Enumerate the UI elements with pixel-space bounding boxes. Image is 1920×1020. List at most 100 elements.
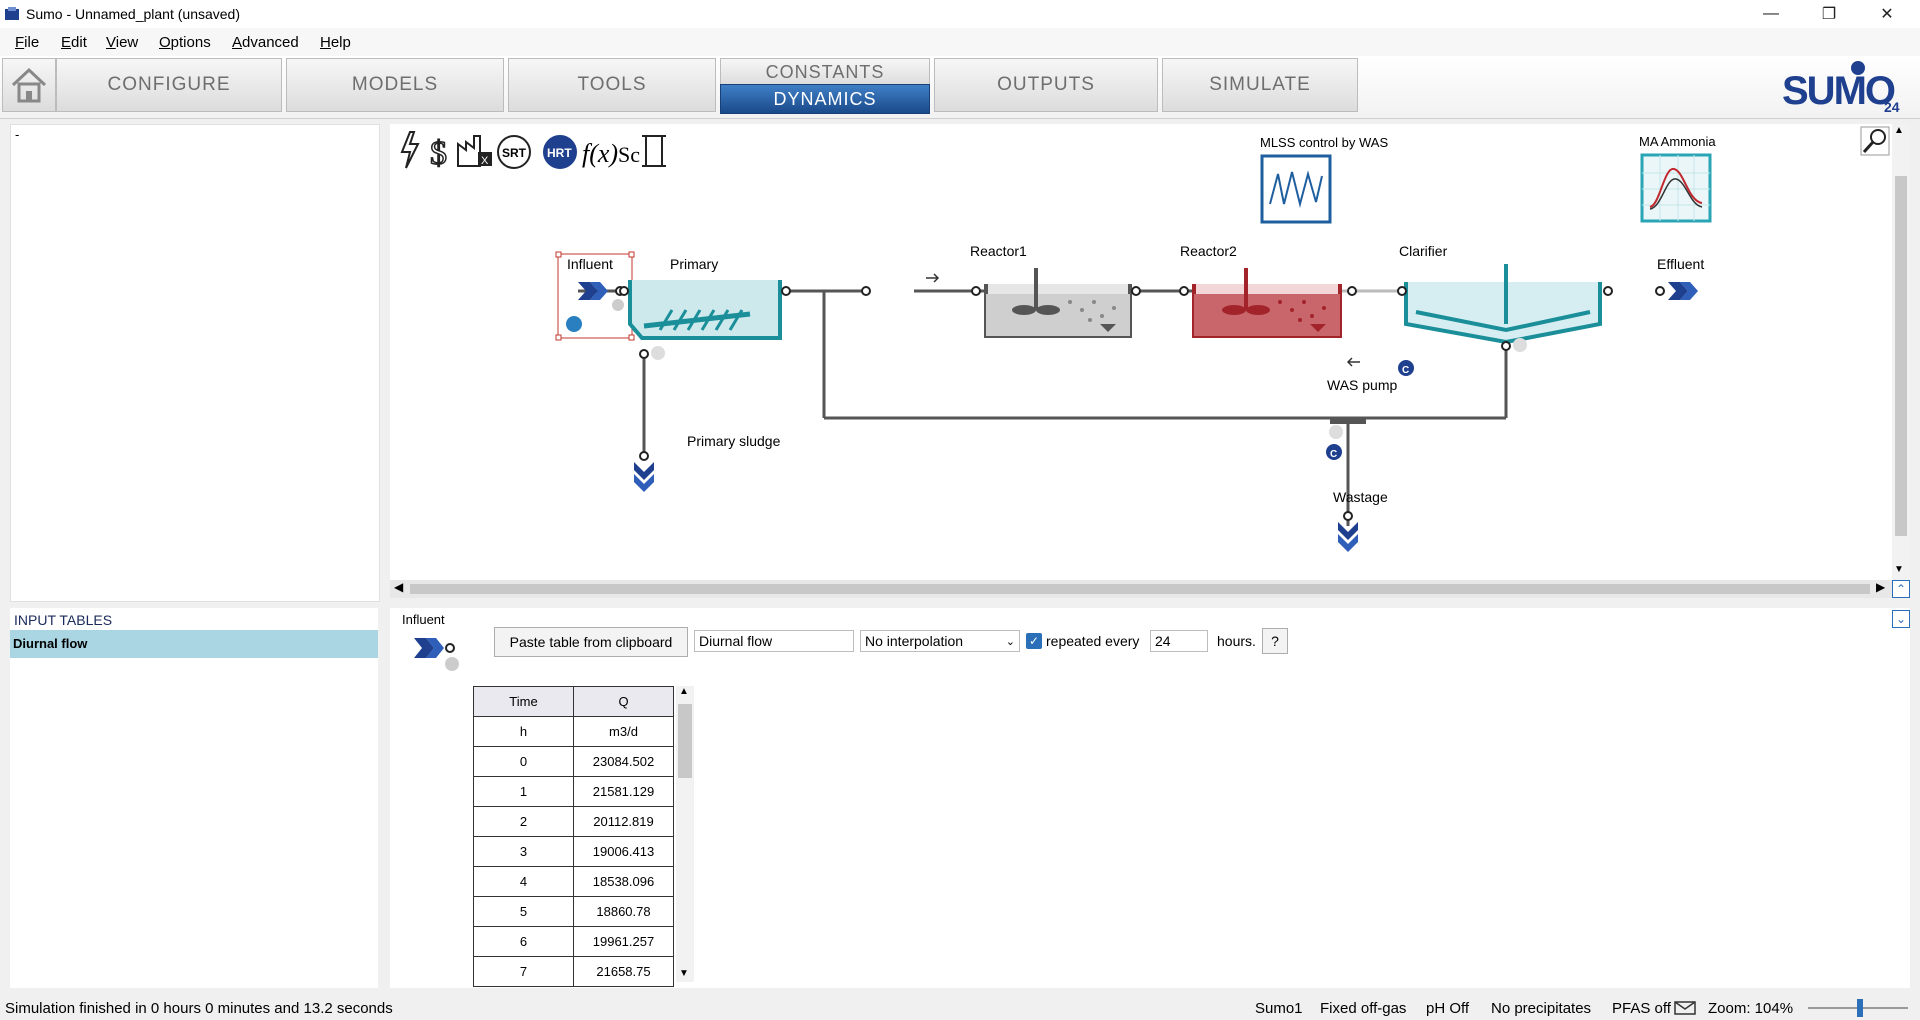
- table-row: 3 19006.413: [473, 836, 674, 867]
- tab-dynamics[interactable]: DYNAMICS: [720, 84, 930, 114]
- home-button[interactable]: [2, 58, 56, 112]
- table-scroll-thumb[interactable]: [678, 704, 692, 778]
- table-scroll-up-icon[interactable]: ▲: [679, 686, 689, 697]
- tab-models[interactable]: MODELS: [286, 58, 504, 112]
- table-cell[interactable]: 18860.78: [573, 896, 674, 927]
- primary-sludge-label[interactable]: Primary sludge: [687, 433, 780, 449]
- scroll-right-icon[interactable]: ▶: [1876, 580, 1885, 594]
- was-pump-icon: [1326, 357, 1414, 460]
- unit-cell[interactable]: m3/d: [573, 716, 674, 747]
- interpolation-value: No interpolation: [865, 633, 964, 649]
- table-row: 7 21658.75: [473, 956, 674, 987]
- menu-file[interactable]: File: [15, 34, 39, 51]
- table-cell[interactable]: 2: [473, 806, 574, 837]
- menu-edit[interactable]: Edit: [61, 34, 87, 51]
- input-data-table[interactable]: Time Q h m3/d 0 23084.502 1 21581.129 2 20112…: [473, 686, 674, 987]
- tab-tools[interactable]: TOOLS: [508, 58, 716, 112]
- flowsheet-canvas[interactable]: $ X SRT HRT f(x) Sc MLSS control by WAS …: [390, 124, 1892, 580]
- magnifier-icon[interactable]: [1860, 126, 1890, 156]
- help-button[interactable]: ?: [1262, 628, 1288, 654]
- status-pfas[interactable]: PFAS off: [1612, 1000, 1671, 1017]
- input-tables-panel: INPUT TABLES Diurnal flow: [10, 608, 378, 988]
- status-model[interactable]: Sumo1: [1255, 1000, 1303, 1017]
- repeat-hours-input[interactable]: 24: [1150, 630, 1208, 652]
- input-table-item[interactable]: Diurnal flow: [10, 630, 378, 658]
- repeat-checkbox[interactable]: ✓: [1026, 633, 1042, 649]
- table-cell[interactable]: 21581.129: [573, 776, 674, 807]
- primary-sludge-icon: [634, 451, 654, 492]
- svg-text:24: 24: [1884, 99, 1900, 114]
- was-pump-label[interactable]: WAS pump: [1327, 377, 1397, 393]
- influent-label[interactable]: Influent: [567, 256, 613, 272]
- table-row: 4 18538.096: [473, 866, 674, 897]
- horizontal-scroll-thumb[interactable]: [410, 584, 1870, 594]
- collapse-up-icon[interactable]: ⌃: [1892, 580, 1910, 598]
- menu-view[interactable]: View: [106, 34, 138, 51]
- zoom-slider-thumb[interactable]: [1857, 999, 1863, 1017]
- wastage-label[interactable]: Wastage: [1333, 489, 1388, 505]
- table-cell[interactable]: 18538.096: [573, 866, 674, 897]
- menu-options[interactable]: Options: [159, 34, 211, 51]
- table-cell[interactable]: 1: [473, 776, 574, 807]
- table-cell[interactable]: 19961.257: [573, 926, 674, 957]
- table-row: 0 23084.502: [473, 746, 674, 777]
- menu-advanced[interactable]: Advanced: [232, 34, 299, 51]
- primary-label[interactable]: Primary: [670, 256, 718, 272]
- scroll-down-icon[interactable]: ▼: [1894, 564, 1904, 575]
- table-cell[interactable]: 6: [473, 926, 574, 957]
- scroll-left-icon[interactable]: ◀: [394, 580, 403, 594]
- table-cell[interactable]: 3: [473, 836, 574, 867]
- reactor2-label[interactable]: Reactor2: [1180, 243, 1237, 259]
- tree-placeholder: -: [15, 127, 20, 142]
- mail-icon[interactable]: [1674, 1001, 1696, 1015]
- collapse-down-icon[interactable]: ⌄: [1892, 610, 1910, 628]
- chevron-down-icon: ⌄: [1005, 635, 1015, 648]
- column-header-q: Q: [573, 686, 674, 717]
- minimize-button[interactable]: —: [1748, 0, 1794, 28]
- table-cell[interactable]: 20112.819: [573, 806, 674, 837]
- tab-constants[interactable]: CONSTANTS: [720, 58, 930, 86]
- table-name-input[interactable]: Diurnal flow: [694, 630, 854, 652]
- table-cell[interactable]: 7: [473, 956, 574, 987]
- menu-help[interactable]: Help: [320, 34, 351, 51]
- table-cell[interactable]: 23084.502: [573, 746, 674, 777]
- clarifier-icon: [1397, 264, 1613, 352]
- title-bar: Sumo - Unnamed_plant (unsaved) — ❐ ✕: [0, 0, 1920, 28]
- svg-text:SUMO: SUMO: [1782, 69, 1895, 113]
- reactor1-label[interactable]: Reactor1: [970, 243, 1027, 259]
- restore-button[interactable]: ❐: [1806, 0, 1852, 28]
- status-ph[interactable]: pH Off: [1426, 1000, 1469, 1017]
- table-cell[interactable]: 21658.75: [573, 956, 674, 987]
- table-cell[interactable]: 19006.413: [573, 836, 674, 867]
- paste-table-button[interactable]: Paste table from clipboard: [494, 627, 688, 657]
- repeat-label: repeated every: [1046, 633, 1140, 649]
- tab-configure[interactable]: CONFIGURE: [56, 58, 282, 112]
- hours-label: hours.: [1217, 633, 1256, 649]
- effluent-label[interactable]: Effluent: [1657, 256, 1704, 272]
- status-offgas[interactable]: Fixed off-gas: [1320, 1000, 1406, 1017]
- tab-outputs[interactable]: OUTPUTS: [934, 58, 1158, 112]
- primary-clarifier-icon: [619, 280, 791, 360]
- table-cell[interactable]: 0: [473, 746, 574, 777]
- status-zoom: Zoom: 104%: [1708, 1000, 1794, 1017]
- interpolation-select[interactable]: No interpolation ⌄: [860, 630, 1020, 652]
- table-cell[interactable]: 5: [473, 896, 574, 927]
- clarifier-label[interactable]: Clarifier: [1399, 243, 1447, 259]
- table-cell[interactable]: 4: [473, 866, 574, 897]
- vertical-scroll-thumb[interactable]: [1895, 176, 1907, 536]
- canvas-horizontal-scrollbar[interactable]: ◀ ▶: [390, 580, 1892, 598]
- status-bar: Simulation finished in 0 hours 0 minutes…: [0, 996, 1920, 1020]
- table-scrollbar[interactable]: ▲ ▼: [676, 686, 694, 982]
- ribbon: CONFIGURE MODELS TOOLS CONSTANTS DYNAMIC…: [0, 56, 1920, 119]
- scroll-up-icon[interactable]: ▲: [1894, 125, 1904, 136]
- app-icon: [5, 7, 19, 20]
- canvas-vertical-scrollbar[interactable]: ▲ ▼: [1892, 124, 1910, 580]
- status-precipitates[interactable]: No precipitates: [1491, 1000, 1591, 1017]
- tab-simulate[interactable]: SIMULATE: [1162, 58, 1358, 112]
- close-button[interactable]: ✕: [1864, 0, 1910, 28]
- svg-text:C: C: [1402, 365, 1409, 376]
- wastage-icon: [1338, 511, 1358, 552]
- table-row: 1 21581.129: [473, 776, 674, 807]
- table-scroll-down-icon[interactable]: ▼: [679, 968, 689, 979]
- unit-cell[interactable]: h: [473, 716, 574, 747]
